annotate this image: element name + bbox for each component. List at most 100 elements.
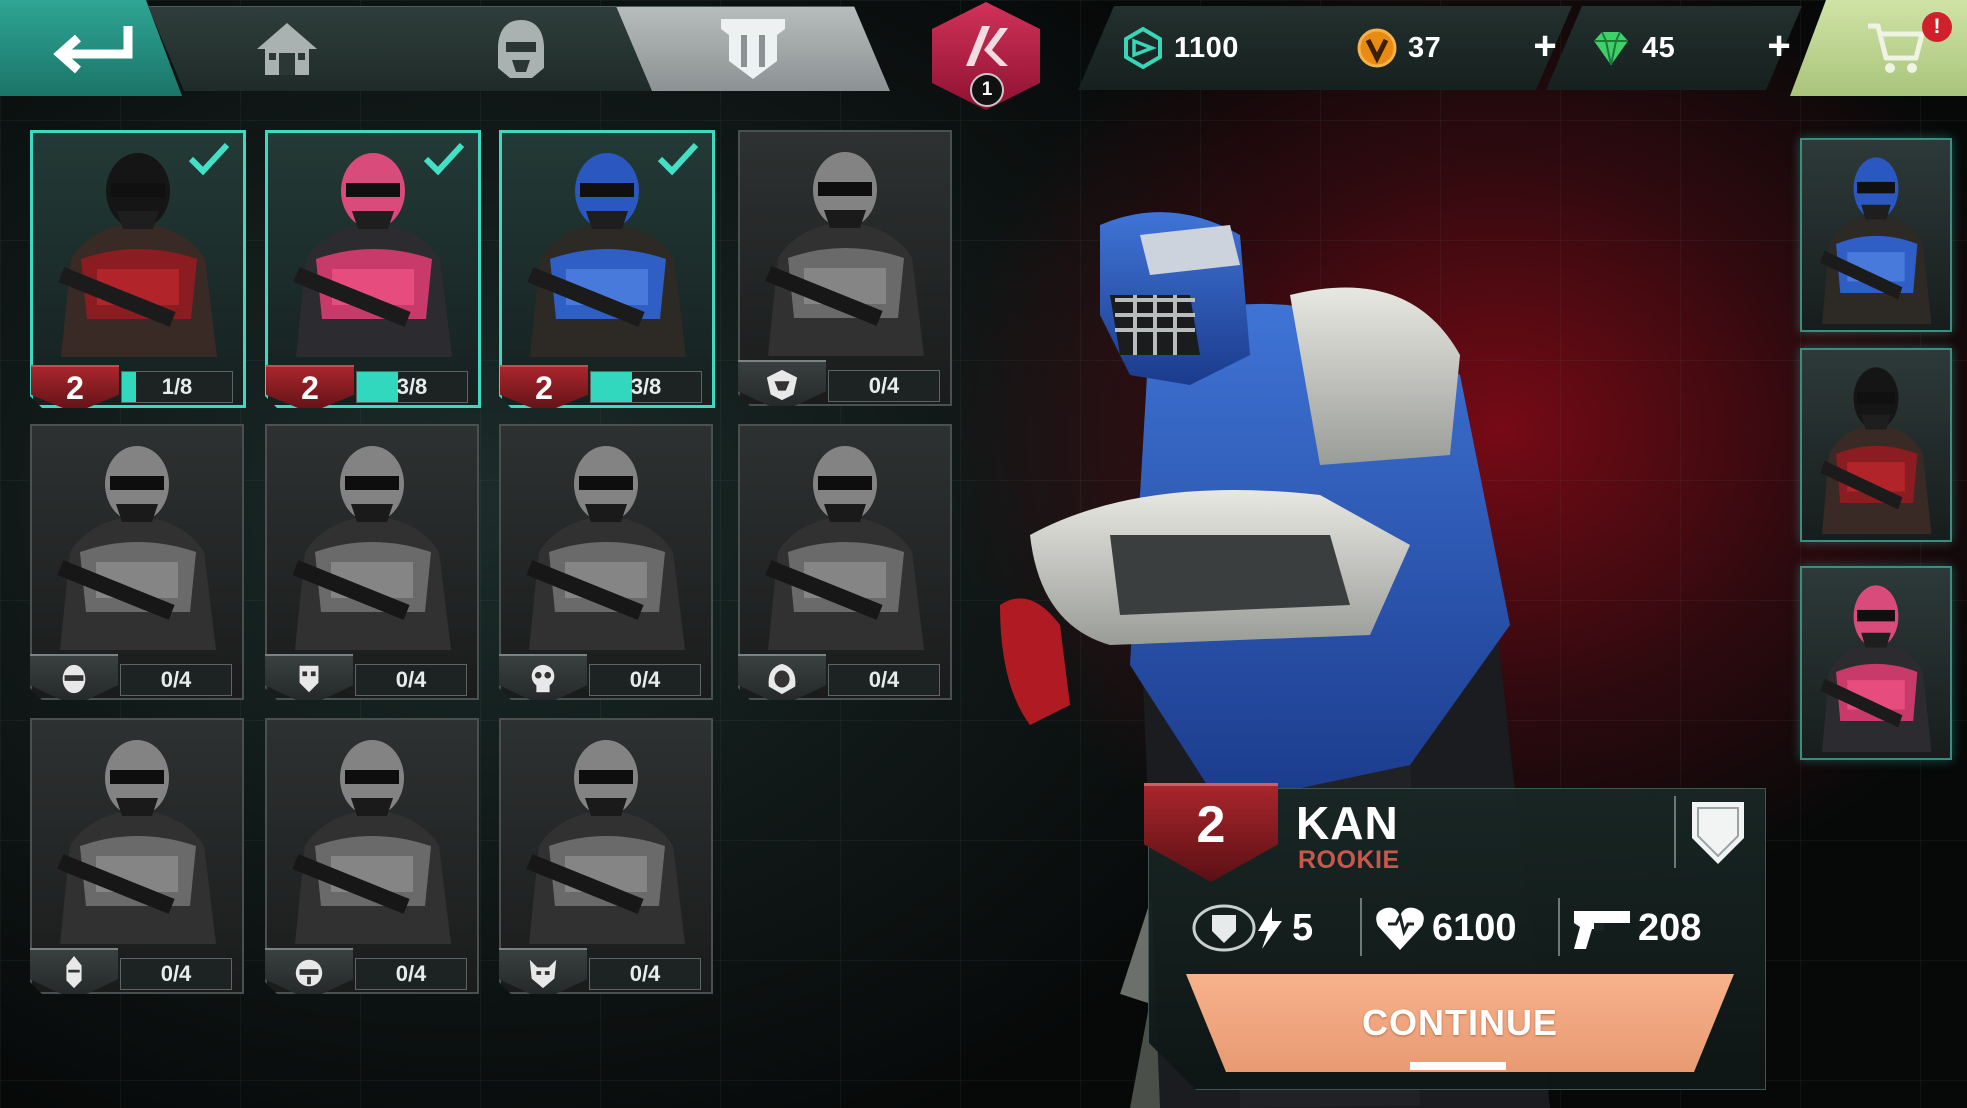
hero-class-badge <box>738 654 826 706</box>
hero-progress-bar: 3/8 <box>590 371 702 403</box>
power-value: 5 <box>1292 906 1314 949</box>
hero-class-badge <box>499 654 587 706</box>
hero-progress-text: 0/4 <box>395 961 427 986</box>
hero-card[interactable]: 0/4 <box>30 424 244 700</box>
hero-progress-text: 0/4 <box>160 961 192 986</box>
currency-credits: 1100 <box>1078 6 1350 90</box>
checkmark-icon <box>187 141 231 177</box>
hero-card[interactable]: 0/4 <box>738 130 952 406</box>
hero-progress-bar: 0/4 <box>828 370 940 402</box>
hooded-class-icon <box>764 662 800 696</box>
hero-portrait <box>275 432 469 650</box>
hero-progress-bar: 3/8 <box>356 371 468 403</box>
hero-class-badge <box>499 948 587 1000</box>
cart-alert-badge: ! <box>1922 12 1952 42</box>
hero-progress-bar: 0/4 <box>589 664 701 696</box>
hero-portrait <box>509 432 703 650</box>
hero-card[interactable]: 0/4 <box>265 718 479 994</box>
robot-class-icon <box>291 956 327 990</box>
mask-class-icon <box>291 662 327 696</box>
tab-home[interactable] <box>148 6 426 91</box>
hero-card[interactable]: 1/8 2 <box>30 130 246 408</box>
top-bar: 1 1100 37 + 45 + ! <box>0 0 1967 110</box>
checkmark-icon <box>656 141 700 177</box>
skull-class-icon <box>525 662 561 696</box>
hero-rank: ROOKIE <box>1298 846 1400 874</box>
health-value: 6100 <box>1432 906 1517 949</box>
stat-damage: 208 <box>1572 900 1701 956</box>
gold-value: 37 <box>1408 31 1442 64</box>
hero-progress-bar: 0/4 <box>828 664 940 696</box>
squad-slot[interactable] <box>1800 348 1952 542</box>
credits-icon <box>1122 27 1164 69</box>
hero-portrait <box>748 138 942 356</box>
gem-icon <box>1590 27 1632 69</box>
hero-progress-text: 0/4 <box>629 961 661 986</box>
gun-icon <box>1574 911 1630 949</box>
demon-class-icon <box>525 956 561 990</box>
squad-slot[interactable] <box>1800 138 1952 332</box>
buy-gold-button[interactable]: + <box>1530 24 1560 68</box>
stat-divider <box>1558 898 1560 956</box>
hero-progress-text: 0/4 <box>868 373 900 398</box>
buy-gems-button[interactable]: + <box>1764 24 1794 68</box>
rank-emblem-icon <box>966 26 1008 66</box>
continue-button[interactable]: CONTINUE <box>1186 974 1734 1072</box>
gems-value: 45 <box>1642 31 1676 64</box>
checkmark-icon <box>422 141 466 177</box>
hero-class-badge <box>265 654 353 706</box>
gold-coin-icon <box>1356 27 1398 69</box>
hero-progress-bar: 0/4 <box>120 664 232 696</box>
hero-card[interactable]: 0/4 <box>499 718 713 994</box>
helmet-class-icon <box>56 662 92 696</box>
hero-class-badge <box>30 948 118 1000</box>
stat-health: 6100 <box>1374 900 1517 956</box>
hero-portrait <box>748 432 942 650</box>
continue-underline <box>1410 1062 1506 1070</box>
hero-card[interactable]: 3/8 2 <box>499 130 715 408</box>
hero-class-badge <box>738 360 826 412</box>
panel-divider <box>1674 796 1676 868</box>
shield-slot-icon[interactable] <box>1688 798 1748 868</box>
hero-progress-text: 1/8 <box>161 374 193 399</box>
hero-card[interactable]: 3/8 2 <box>265 130 481 408</box>
helmet-icon <box>492 16 550 82</box>
hero-portrait <box>40 726 234 944</box>
hero-class-badge <box>265 948 353 1000</box>
cart-icon <box>1868 23 1925 73</box>
hero-name: KAN <box>1296 797 1399 849</box>
hero-level-badge: 2 <box>266 365 354 413</box>
hero-progress-text: 0/4 <box>868 667 900 692</box>
credits-value: 1100 <box>1174 31 1239 64</box>
armor-icon <box>717 15 789 83</box>
home-icon <box>253 19 321 79</box>
squad-slot[interactable] <box>1800 566 1952 760</box>
hero-level-badge: 2 <box>500 365 588 413</box>
hero-progress-bar: 0/4 <box>120 958 232 990</box>
stat-power: 5 <box>1192 900 1313 956</box>
damage-value: 208 <box>1638 906 1702 949</box>
tab-gear[interactable] <box>616 6 890 91</box>
hero-card[interactable]: 0/4 <box>738 424 952 700</box>
hero-progress-bar: 1/8 <box>121 371 233 403</box>
hero-progress-bar: 0/4 <box>355 664 467 696</box>
rank-level-badge: 1 <box>970 73 1004 107</box>
hero-progress-bar: 0/4 <box>589 958 701 990</box>
hero-class-badge <box>30 654 118 706</box>
knight-class-icon <box>56 956 92 990</box>
tab-heroes[interactable] <box>382 6 660 91</box>
hood-class-icon <box>764 368 800 402</box>
hero-progress-text: 0/4 <box>395 667 427 692</box>
hero-card[interactable]: 0/4 <box>499 424 713 700</box>
hero-portrait <box>509 726 703 944</box>
hero-card[interactable]: 0/4 <box>265 424 479 700</box>
hero-progress-text: 3/8 <box>630 374 662 399</box>
hero-card[interactable]: 0/4 <box>30 718 244 994</box>
hero-progress-text: 3/8 <box>396 374 428 399</box>
shield-power-icon <box>1192 904 1282 952</box>
stat-divider <box>1360 898 1362 956</box>
hero-progress-text: 0/4 <box>160 667 192 692</box>
hero-portrait <box>275 726 469 944</box>
hero-portrait <box>40 432 234 650</box>
hero-progress-bar: 0/4 <box>355 958 467 990</box>
